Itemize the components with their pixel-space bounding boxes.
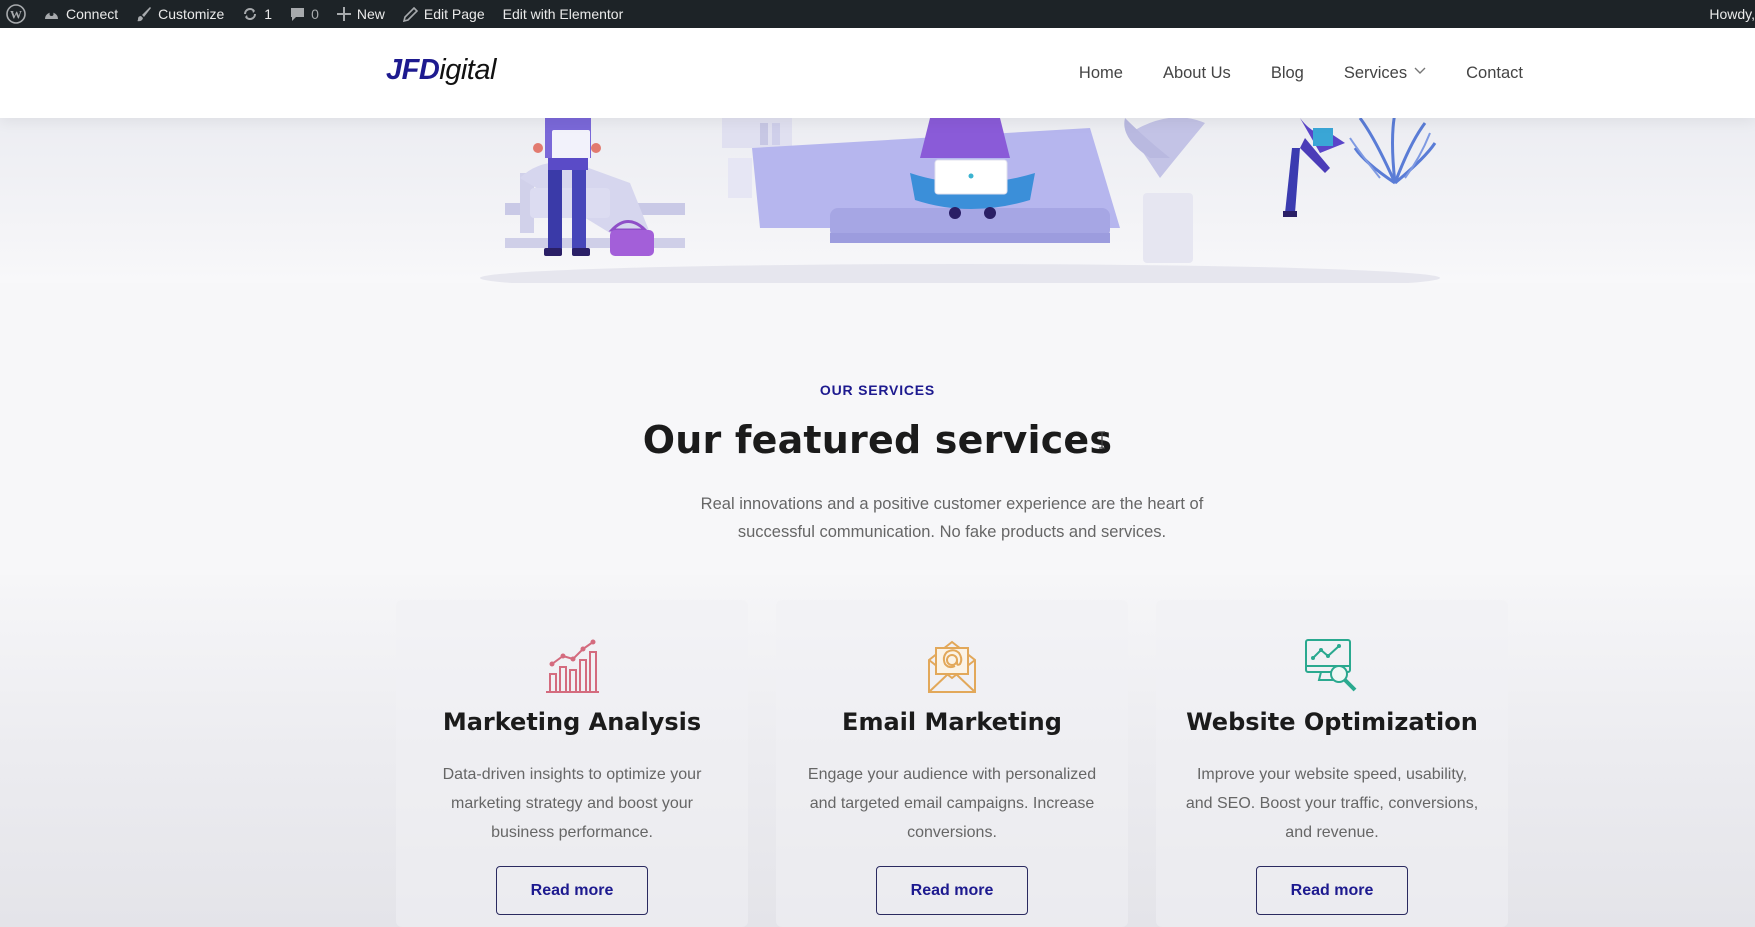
updates-icon: [242, 6, 258, 22]
nav-blog[interactable]: Blog: [1271, 64, 1304, 83]
admin-bar-edit-elementor-label: Edit with Elementor: [502, 6, 624, 22]
admin-bar-customize-label: Customize: [158, 6, 225, 22]
admin-bar-updates[interactable]: 1: [233, 0, 281, 28]
logo-light-text: igital: [439, 54, 496, 86]
text-cursor-icon: [1099, 431, 1105, 449]
read-more-button[interactable]: Read more: [1256, 866, 1408, 915]
bar-chart-icon: [546, 639, 599, 693]
brush-icon: [136, 6, 152, 22]
wp-admin-bar: W Connect Customize 1 0 New Edit Page Ed…: [0, 0, 1755, 28]
envelope-at-icon: [928, 640, 976, 693]
nav-services[interactable]: Services: [1344, 64, 1426, 83]
admin-bar-edit-elementor[interactable]: Edit with Elementor: [494, 0, 633, 28]
read-more-button[interactable]: Read more: [496, 866, 648, 915]
card-text: Engage your audience with personalized a…: [807, 766, 1097, 841]
nav-about-us[interactable]: About Us: [1163, 64, 1231, 83]
nav-home-label: Home: [1078, 63, 1123, 82]
admin-bar-connect[interactable]: Connect: [34, 0, 127, 28]
hero-illustration: [0, 118, 1755, 283]
site-logo[interactable]: JFDigital: [386, 54, 496, 87]
services-eyebrow: OUR SERVICES: [819, 382, 936, 398]
admin-bar-edit-page-label: Edit Page: [423, 6, 485, 22]
admin-bar-edit-page[interactable]: Edit Page: [394, 0, 494, 28]
service-card-marketing-analysis: Marketing Analysis Data-driven insights …: [396, 600, 748, 927]
svg-text:W: W: [10, 8, 22, 22]
logo-strong-text: JFD: [386, 54, 440, 86]
admin-bar-customize[interactable]: Customize: [127, 0, 233, 28]
admin-bar-comments[interactable]: 0: [281, 0, 328, 28]
plus-icon: [336, 7, 351, 21]
wpcom-icon: [43, 7, 60, 21]
nav-home[interactable]: Home: [1079, 64, 1123, 83]
chevron-down-icon: [1414, 66, 1426, 78]
admin-bar-howdy[interactable]: Howdy,: [1700, 0, 1755, 28]
site-header: JFDigital Home About Us Blog Services Co…: [0, 28, 1755, 118]
nav-contact[interactable]: Contact: [1466, 64, 1523, 83]
admin-bar-new[interactable]: New: [328, 0, 394, 28]
admin-bar-updates-count: 1: [264, 6, 273, 22]
admin-bar-new-label: New: [356, 6, 385, 22]
card-text: Improve your website speed, usability, a…: [1185, 766, 1479, 841]
service-card-email-marketing: Email Marketing Engage your audience wit…: [776, 600, 1128, 927]
main-nav: Home About Us Blog Services Contact: [1079, 28, 1523, 118]
card-title: Email Marketing: [842, 708, 1062, 736]
card-text: Data-driven insights to optimize your ma…: [442, 766, 702, 841]
nav-about-us-label: About Us: [1162, 63, 1231, 82]
wordpress-logo-icon[interactable]: W: [0, 0, 34, 28]
admin-bar-connect-label: Connect: [66, 6, 119, 22]
card-title: Marketing Analysis: [442, 708, 702, 736]
nav-services-label: Services: [1343, 63, 1408, 82]
card-title: Website Optimization: [1186, 708, 1478, 736]
services-title: Our featured services: [642, 418, 1113, 462]
pencil-icon: [402, 6, 418, 22]
comment-icon: [290, 7, 305, 22]
nav-blog-label: Blog: [1270, 63, 1304, 82]
service-card-website-optimization: Website Optimization Improve your websit…: [1156, 600, 1508, 927]
office-illustration: [480, 118, 1440, 283]
monitor-search-icon: [1305, 639, 1357, 692]
services-description: Real innovations and a positive customer…: [700, 495, 1204, 541]
admin-bar-howdy-label: Howdy,: [1709, 6, 1755, 22]
admin-bar-comments-count: 0: [311, 6, 319, 22]
read-more-button[interactable]: Read more: [876, 866, 1028, 915]
nav-contact-label: Contact: [1466, 63, 1523, 82]
